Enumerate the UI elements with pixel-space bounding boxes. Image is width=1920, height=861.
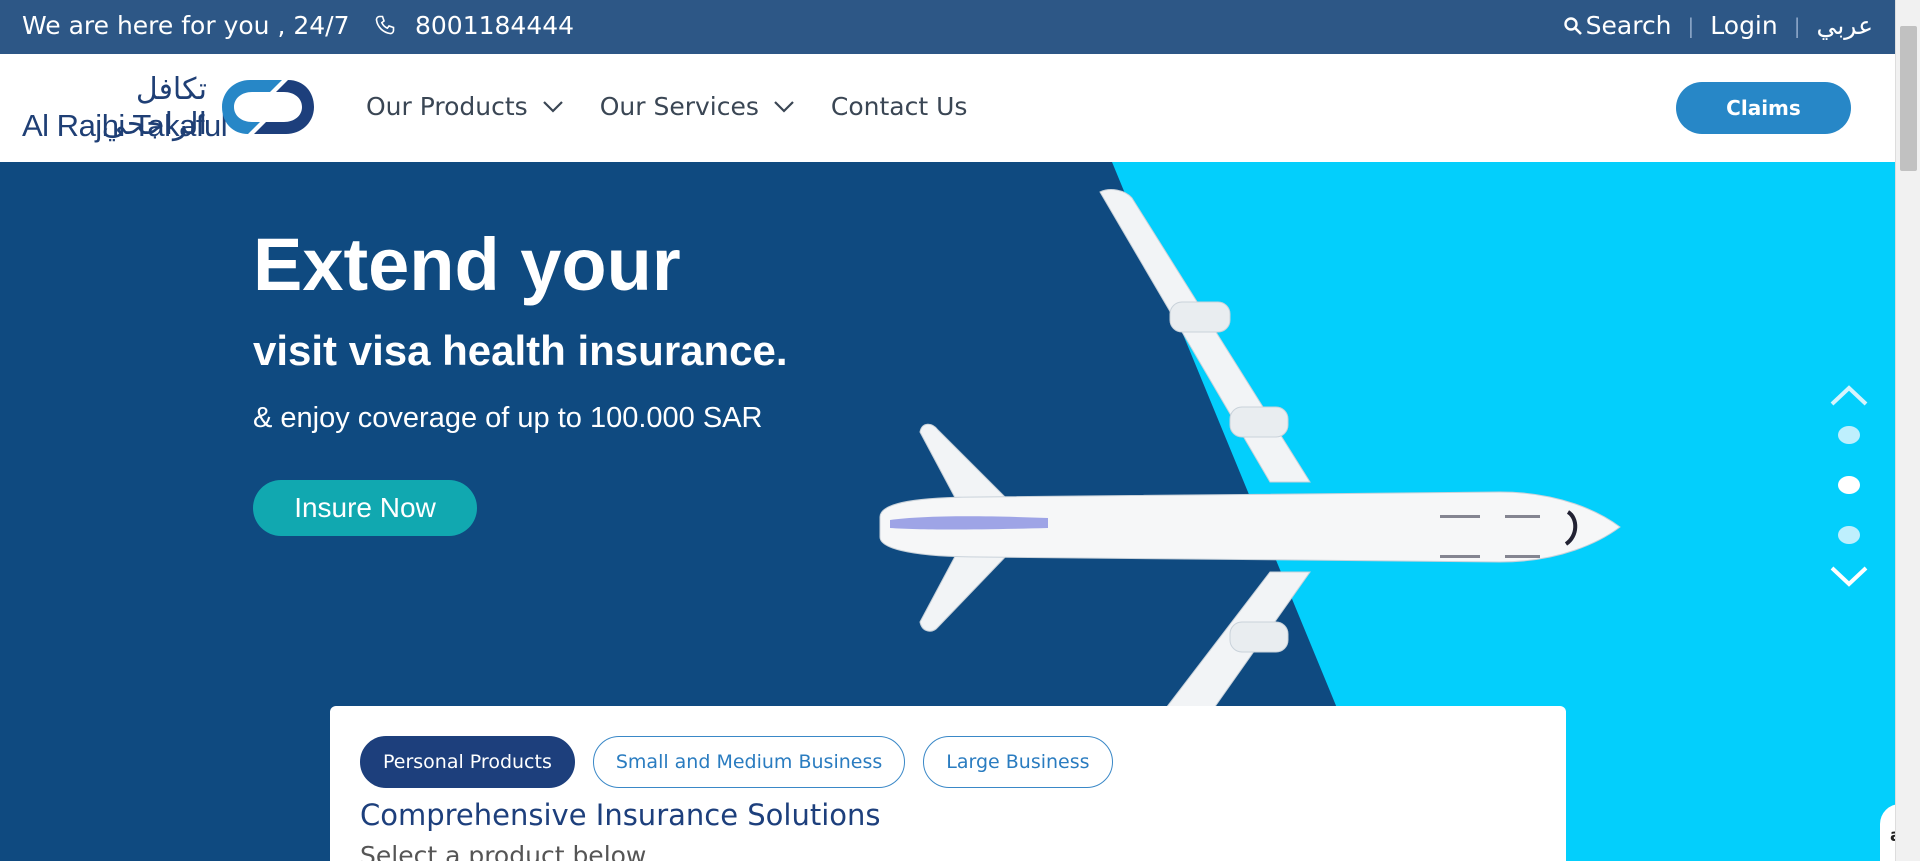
chevron-up-icon[interactable] xyxy=(1828,380,1870,408)
search-label: Search xyxy=(1585,11,1672,40)
product-panel: Personal Products Small and Medium Busin… xyxy=(330,706,1566,861)
section-hint: Select a product below xyxy=(360,841,647,861)
nav-item-our-services[interactable]: Our Services xyxy=(600,92,795,121)
top-bar: We are here for you , 24/7 8001184444 Se… xyxy=(0,0,1895,54)
chevron-down-icon xyxy=(542,100,563,113)
claims-button[interactable]: Claims xyxy=(1676,82,1851,134)
search-link[interactable]: Search xyxy=(1562,11,1672,40)
chevron-down-icon[interactable] xyxy=(1828,564,1870,592)
search-icon xyxy=(1563,16,1582,35)
phone-number: 8001184444 xyxy=(415,11,575,40)
airplane-image xyxy=(879,189,1621,742)
product-tabs: Personal Products Small and Medium Busin… xyxy=(360,736,1113,788)
insure-now-button[interactable]: Insure Now xyxy=(253,480,477,536)
section-title: Comprehensive Insurance Solutions xyxy=(360,798,881,832)
phone-icon xyxy=(375,15,395,34)
tab-small-medium-business[interactable]: Small and Medium Business xyxy=(592,736,906,788)
logo-english: Al Rajhi Takaful xyxy=(22,108,228,143)
nav-menu: Our Products Our Services Contact Us xyxy=(366,92,1003,121)
support-tagline: We are here for you , 24/7 xyxy=(22,11,350,40)
hero-tagline: & enjoy coverage of up to 100.000 SAR xyxy=(253,402,763,434)
slide-dot[interactable] xyxy=(1838,426,1860,444)
scrollbar-thumb[interactable] xyxy=(1900,26,1917,171)
tab-personal-products[interactable]: Personal Products xyxy=(360,736,575,788)
slide-dot[interactable] xyxy=(1838,526,1860,544)
divider: | xyxy=(1793,13,1801,38)
logo-mark-icon xyxy=(222,80,314,134)
divider: | xyxy=(1687,13,1695,38)
slide-pager xyxy=(1828,380,1870,592)
nav-item-contact-us[interactable]: Contact Us xyxy=(831,92,968,121)
logo[interactable]: تكافل الراجحي Al Rajhi Takaful xyxy=(22,72,317,144)
nav-item-our-products[interactable]: Our Products xyxy=(366,92,564,121)
nav-item-label: Our Products xyxy=(366,92,528,121)
slide-dot-active[interactable] xyxy=(1838,476,1860,494)
language-switch[interactable]: عربي xyxy=(1816,11,1873,40)
hero-headline: Extend your xyxy=(253,223,681,306)
main-nav: تكافل الراجحي Al Rajhi Takaful Our Produ… xyxy=(0,54,1895,162)
scrollbar[interactable] xyxy=(1895,0,1920,861)
phone-link[interactable]: 8001184444 xyxy=(373,11,574,40)
tab-large-business[interactable]: Large Business xyxy=(923,736,1113,788)
chevron-down-icon xyxy=(774,100,794,113)
hero-subheadline: visit visa health insurance. xyxy=(253,327,788,374)
nav-item-label: Contact Us xyxy=(830,92,968,121)
login-link[interactable]: Login xyxy=(1710,11,1777,40)
nav-item-label: Our Services xyxy=(599,92,759,121)
